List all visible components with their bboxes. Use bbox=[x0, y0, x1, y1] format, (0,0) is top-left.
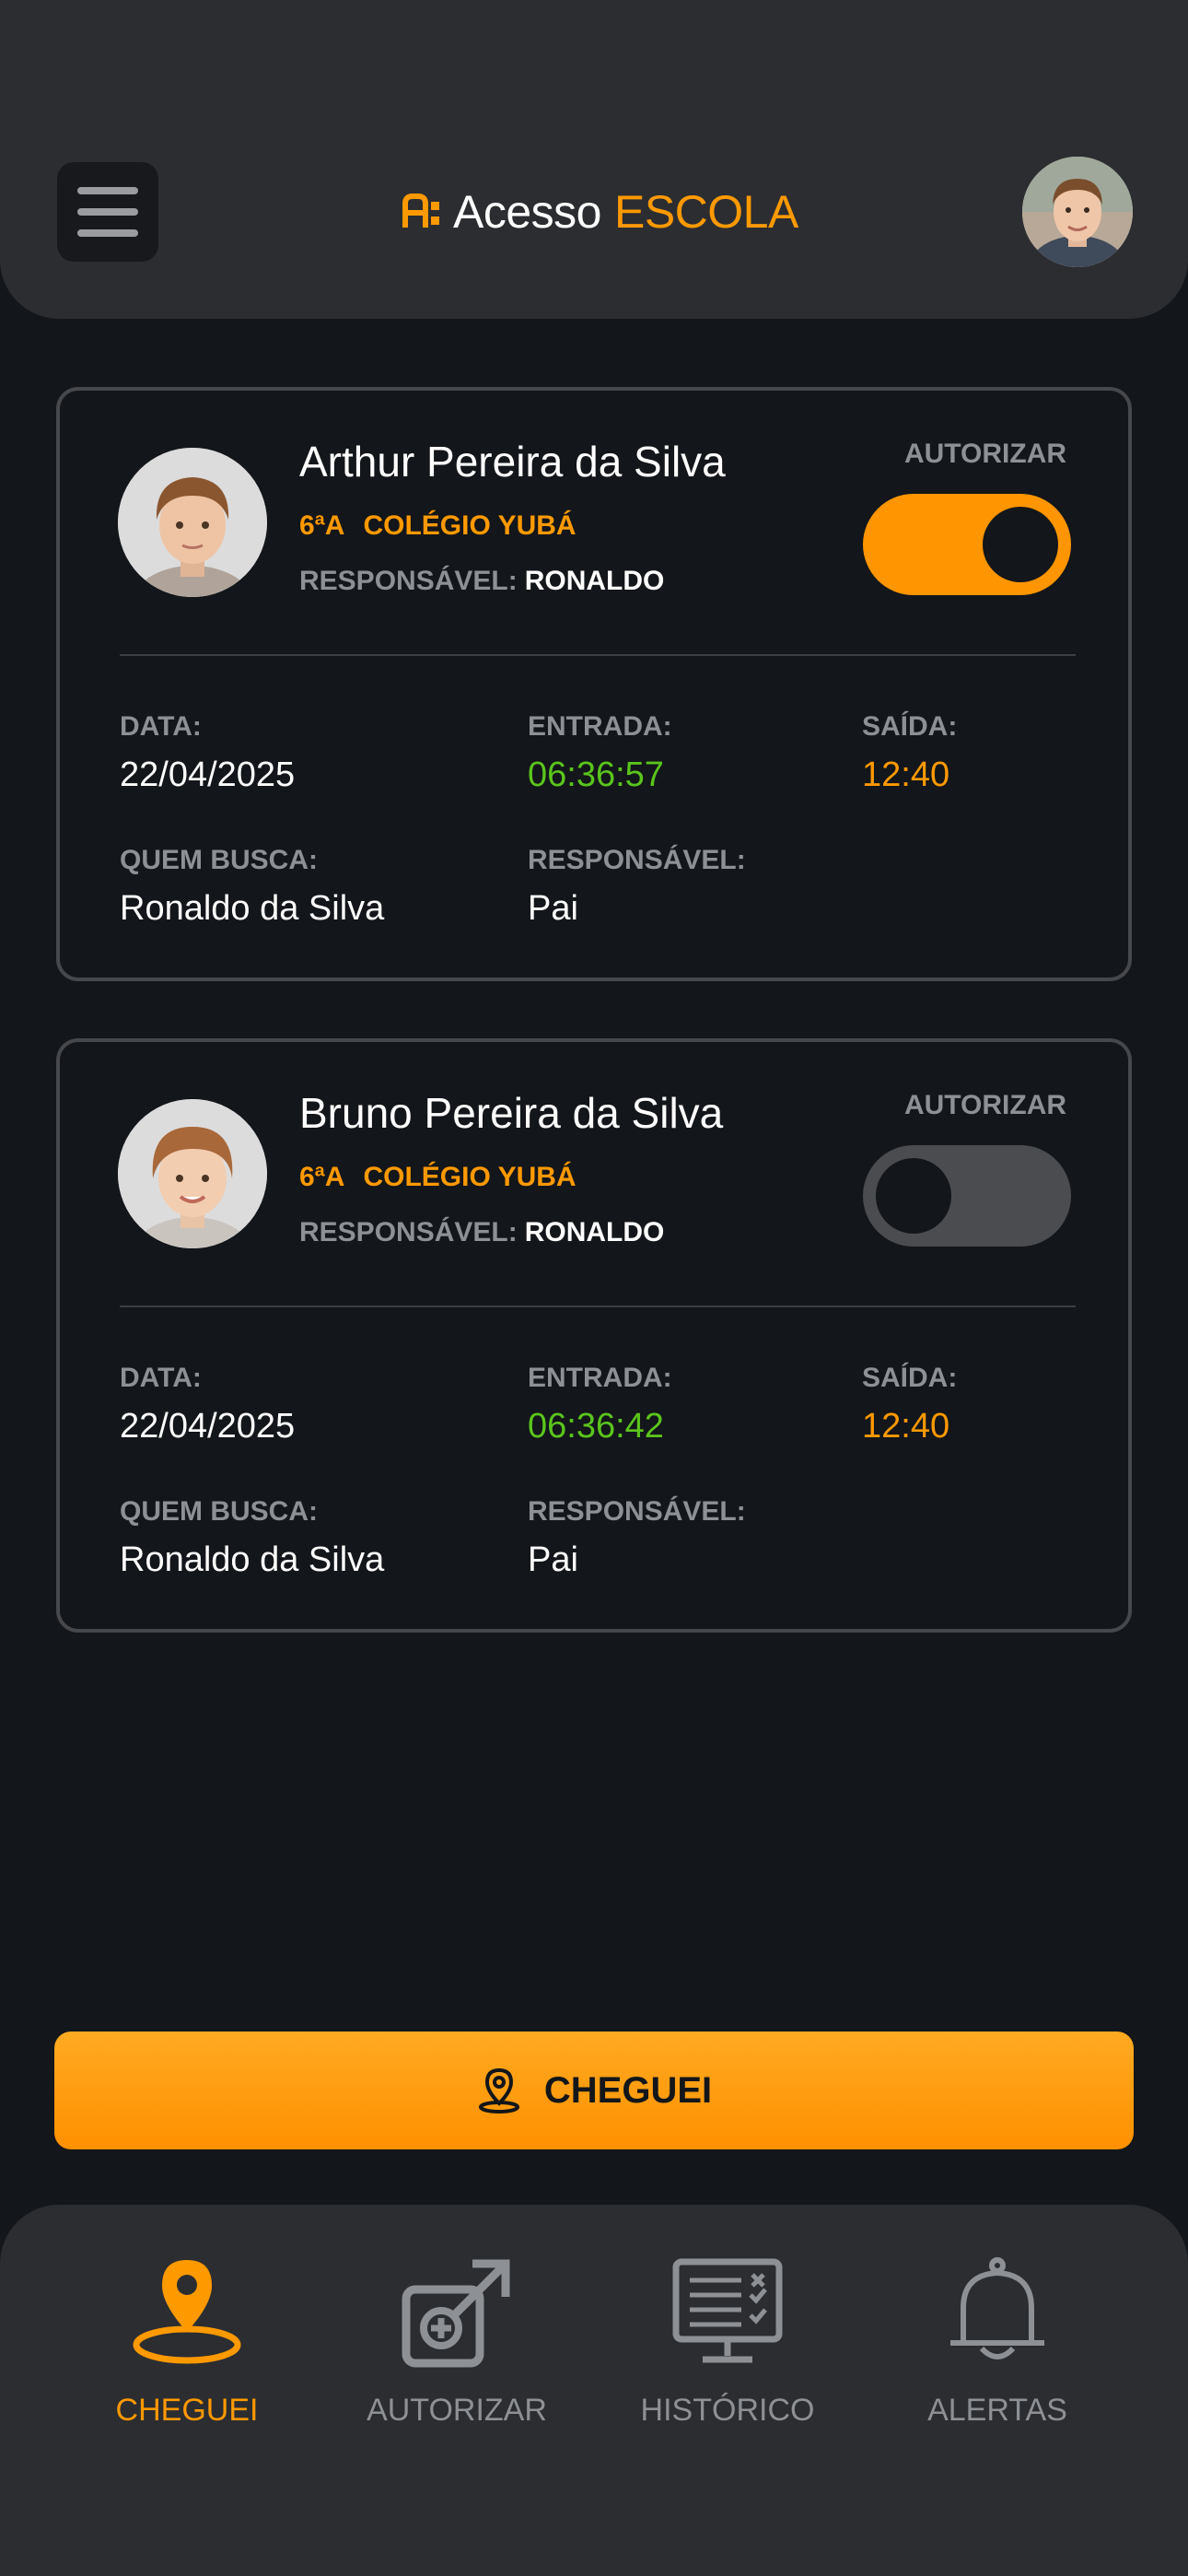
nav-item-alertas[interactable]: ALERTAS bbox=[878, 2253, 1117, 2429]
entry-label: ENTRADA: bbox=[528, 711, 672, 742]
exit-value: 12:40 bbox=[862, 1407, 950, 1446]
pickup-field: QUEM BUSCA: Ronaldo da Silva bbox=[120, 1496, 384, 1580]
relation-field: RESPONSÁVEL: Pai bbox=[528, 845, 746, 929]
app-screen: Acesso ESCOLA Arthur Pereira da Silva 6ª… bbox=[0, 0, 1188, 2576]
authorize-toggle[interactable] bbox=[863, 494, 1071, 595]
logo-mark-icon bbox=[402, 193, 439, 228]
responsible-label: RESPONSÁVEL: bbox=[299, 1217, 518, 1247]
user-avatar[interactable] bbox=[1022, 157, 1133, 267]
responsible-value: RONALDO bbox=[524, 1217, 665, 1247]
bottom-navigation: CHEGUEI AUTORIZAR HISTÓRICO ALERTAS bbox=[0, 2205, 1188, 2576]
app-logo: Acesso ESCOLA bbox=[402, 182, 798, 241]
menu-icon-line bbox=[77, 187, 138, 194]
authorize-label: AUTORIZAR bbox=[903, 439, 1067, 469]
entry-value: 06:36:42 bbox=[528, 1407, 664, 1446]
pickup-value: Ronaldo da Silva bbox=[120, 1540, 385, 1579]
bell-icon bbox=[950, 2257, 1044, 2359]
cheguei-button-label: CHEGUEI bbox=[543, 2069, 713, 2111]
nav-label: AUTORIZAR bbox=[367, 2393, 547, 2428]
student-name: Arthur Pereira da Silva bbox=[299, 438, 726, 486]
student-class-info: 6ªA COLÉGIO YUBÁ bbox=[299, 1162, 577, 1193]
menu-icon-line bbox=[77, 208, 138, 216]
exit-value: 12:40 bbox=[862, 755, 950, 794]
menu-button[interactable] bbox=[57, 162, 158, 262]
relation-label: RESPONSÁVEL: bbox=[528, 1496, 746, 1527]
pickup-label: QUEM BUSCA: bbox=[120, 1496, 318, 1527]
student-grade: 6ªA bbox=[299, 1162, 345, 1192]
pickup-field: QUEM BUSCA: Ronaldo da Silva bbox=[120, 845, 384, 929]
top-header: Acesso ESCOLA bbox=[0, 0, 1188, 319]
exit-field: SAÍDA: 12:40 bbox=[862, 1363, 957, 1446]
entry-field: ENTRADA: 06:36:42 bbox=[528, 1363, 672, 1446]
relation-label: RESPONSÁVEL: bbox=[528, 845, 746, 875]
nav-label: CHEGUEI bbox=[115, 2393, 259, 2428]
card-divider bbox=[120, 654, 1076, 656]
date-label: DATA: bbox=[120, 711, 202, 742]
pickup-value: Ronaldo da Silva bbox=[120, 889, 385, 928]
date-value: 22/04/2025 bbox=[120, 755, 296, 794]
nav-label: ALERTAS bbox=[927, 2393, 1067, 2428]
history-monitor-icon bbox=[672, 2258, 783, 2363]
nav-label: HISTÓRICO bbox=[640, 2393, 815, 2428]
student-photo bbox=[118, 1099, 267, 1248]
student-class-info: 6ªA COLÉGIO YUBÁ bbox=[299, 510, 577, 542]
responsible-label: RESPONSÁVEL: bbox=[299, 566, 518, 596]
date-value: 22/04/2025 bbox=[120, 1407, 296, 1446]
cheguei-button[interactable]: CHEGUEI bbox=[54, 2032, 1134, 2149]
logo-text-acesso: Acesso bbox=[453, 186, 601, 238]
student-responsible: RESPONSÁVEL: RONALDO bbox=[299, 1217, 664, 1248]
exit-label: SAÍDA: bbox=[862, 711, 958, 742]
card-divider bbox=[120, 1306, 1076, 1307]
map-pin-icon bbox=[478, 2067, 519, 2113]
nav-item-cheguei[interactable]: CHEGUEI bbox=[67, 2253, 307, 2429]
relation-value: Pai bbox=[528, 1540, 578, 1579]
logo-text-escola: ESCOLA bbox=[613, 186, 798, 238]
student-card: Arthur Pereira da Silva 6ªA COLÉGIO YUBÁ… bbox=[56, 387, 1132, 981]
authorize-label: AUTORIZAR bbox=[903, 1090, 1067, 1120]
entry-value: 06:36:57 bbox=[528, 755, 664, 794]
relation-field: RESPONSÁVEL: Pai bbox=[528, 1496, 746, 1580]
authorize-icon bbox=[402, 2259, 510, 2368]
student-responsible: RESPONSÁVEL: RONALDO bbox=[299, 566, 664, 597]
pickup-label: QUEM BUSCA: bbox=[120, 845, 318, 875]
nav-item-historico[interactable]: HISTÓRICO bbox=[608, 2253, 847, 2429]
student-school: COLÉGIO YUBÁ bbox=[363, 1162, 577, 1192]
student-card: Bruno Pereira da Silva 6ªA COLÉGIO YUBÁ … bbox=[56, 1038, 1132, 1633]
entry-field: ENTRADA: 06:36:57 bbox=[528, 711, 672, 795]
entry-label: ENTRADA: bbox=[528, 1363, 672, 1393]
authorize-toggle[interactable] bbox=[863, 1145, 1071, 1247]
toggle-knob bbox=[983, 507, 1058, 582]
exit-field: SAÍDA: 12:40 bbox=[862, 711, 957, 795]
toggle-knob bbox=[876, 1158, 951, 1234]
date-field: DATA: 22/04/2025 bbox=[120, 711, 295, 795]
exit-label: SAÍDA: bbox=[862, 1363, 958, 1393]
student-photo bbox=[118, 448, 267, 597]
student-grade: 6ªA bbox=[299, 510, 345, 541]
student-name: Bruno Pereira da Silva bbox=[299, 1089, 724, 1137]
menu-icon-line bbox=[77, 229, 138, 237]
map-pin-icon bbox=[133, 2260, 241, 2364]
relation-value: Pai bbox=[528, 889, 578, 928]
date-label: DATA: bbox=[120, 1363, 202, 1393]
nav-item-autorizar[interactable]: AUTORIZAR bbox=[337, 2253, 577, 2429]
user-avatar-image bbox=[1022, 157, 1133, 267]
date-field: DATA: 22/04/2025 bbox=[120, 1363, 295, 1446]
student-school: COLÉGIO YUBÁ bbox=[363, 510, 577, 541]
responsible-value: RONALDO bbox=[524, 566, 665, 596]
